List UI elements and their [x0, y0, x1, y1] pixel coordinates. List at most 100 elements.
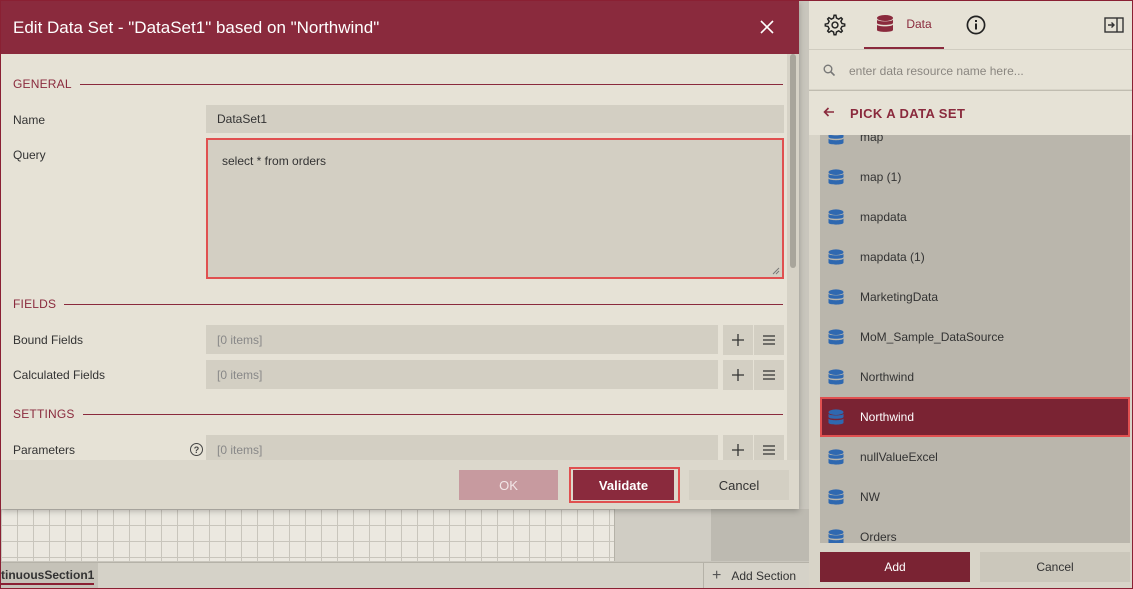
tab-data[interactable]: Data [864, 1, 944, 49]
section-general-label: GENERAL [13, 77, 80, 91]
dataset-list[interactable]: map map (1) mapdata mapdata (1) MarketingDat… [820, 135, 1130, 543]
tab-info[interactable] [965, 1, 987, 49]
validate-button[interactable]: Validate [573, 470, 674, 500]
database-icon [828, 249, 844, 265]
list-item[interactable]: mapdata (1) [820, 237, 1130, 277]
name-label: Name [13, 113, 46, 127]
database-icon [828, 289, 844, 305]
calculated-fields-label: Calculated Fields [13, 368, 106, 382]
add-section-label: Add Section [731, 568, 797, 583]
list-item-label: NW [860, 490, 880, 504]
list-item-label: mapdata [860, 210, 907, 224]
bound-fields-value: [0 items] [217, 332, 263, 347]
plus-icon [732, 369, 744, 381]
calculated-fields-field[interactable]: [0 items] [206, 360, 718, 389]
list-item[interactable]: MarketingData [820, 277, 1130, 317]
collapse-panel-icon[interactable] [1103, 1, 1125, 49]
query-textarea[interactable]: select * from orders [206, 138, 784, 279]
query-text: select * from orders [222, 154, 327, 168]
calculated-fields-menu-button[interactable] [754, 360, 784, 390]
design-surface-grid[interactable] [1, 509, 615, 561]
section-divider [76, 84, 783, 85]
resize-handle-icon[interactable] [772, 267, 780, 275]
dialog-header: Edit Data Set - "DataSet1" based on "Nor… [1, 1, 799, 54]
section-divider [78, 414, 783, 415]
database-icon [828, 169, 844, 185]
list-item[interactable]: nullValueExcel [820, 437, 1130, 477]
database-icon [877, 15, 894, 32]
tab-data-label: Data [906, 17, 932, 31]
menu-icon [763, 370, 775, 380]
panel-cancel-button[interactable]: Cancel [980, 552, 1130, 582]
section-bar: tinuousSection1 + Add Section [1, 562, 809, 588]
list-item-label: Northwind [860, 410, 915, 424]
add-bound-field-button[interactable] [723, 325, 753, 355]
dialog-scrollbar[interactable] [787, 54, 799, 460]
list-item[interactable]: Orders [820, 517, 1130, 543]
list-item[interactable]: mapdata [820, 197, 1130, 237]
section-fields-label: FIELDS [13, 297, 65, 311]
gear-icon [824, 14, 846, 36]
design-surface-outside [711, 509, 809, 561]
dialog-footer: OK Validate Cancel [1, 460, 799, 509]
info-icon [966, 15, 986, 35]
bound-fields-field[interactable]: [0 items] [206, 325, 718, 354]
list-item[interactable]: MoM_Sample_DataSource [820, 317, 1130, 357]
section-tab-label: tinuousSection1 [1, 568, 95, 585]
bound-fields-menu-button[interactable] [754, 325, 784, 355]
list-item-selected[interactable]: Northwind [820, 397, 1130, 437]
dialog-title: Edit Data Set - "DataSet1" based on "Nor… [13, 17, 380, 37]
database-icon [828, 369, 844, 385]
list-item-label: Northwind [860, 370, 915, 384]
section-tab[interactable]: tinuousSection1 [1, 563, 99, 588]
parameters-menu-button[interactable] [754, 435, 784, 460]
list-item-label: nullValueExcel [860, 450, 938, 464]
list-item-label: MoM_Sample_DataSource [860, 330, 1005, 344]
close-icon[interactable] [755, 15, 779, 39]
dialog-body: GENERAL Name DataSet1 Query select * fro… [1, 54, 799, 460]
add-calculated-field-button[interactable] [723, 360, 753, 390]
ok-button[interactable]: OK [459, 470, 558, 500]
plus-icon: + [712, 566, 722, 584]
cancel-button[interactable]: Cancel [689, 470, 789, 500]
add-parameter-button[interactable] [723, 435, 753, 460]
plus-icon [732, 444, 744, 456]
search-icon [823, 64, 835, 76]
search-bar [809, 49, 1132, 89]
panel-footer: Add Cancel [809, 543, 1132, 588]
name-field[interactable]: DataSet1 [206, 105, 784, 133]
list-item-label: map [860, 135, 884, 144]
panel-heading: PICK A DATA SET [850, 106, 966, 121]
panel-heading-row: PICK A DATA SET [809, 90, 1132, 135]
tab-settings[interactable] [823, 1, 847, 49]
section-divider [61, 304, 783, 305]
parameters-field[interactable]: [0 items] [206, 435, 718, 460]
parameters-label: Parameters [13, 443, 76, 457]
list-item[interactable]: map [820, 135, 1130, 157]
calculated-fields-value: [0 items] [217, 367, 263, 382]
list-item[interactable]: NW [820, 477, 1130, 517]
back-arrow-icon[interactable] [823, 106, 835, 118]
database-icon [828, 135, 844, 145]
menu-icon [763, 335, 775, 345]
list-item[interactable]: Northwind [820, 357, 1130, 397]
add-section-button[interactable]: + Add Section [703, 563, 809, 588]
list-item[interactable]: map (1) [820, 157, 1130, 197]
database-icon [828, 449, 844, 465]
database-icon [828, 489, 844, 505]
app-window: tinuousSection1 + Add Section Edit Data … [1, 1, 1132, 588]
edit-dataset-dialog: Edit Data Set - "DataSet1" based on "Nor… [1, 1, 799, 509]
menu-icon [763, 445, 775, 455]
list-item-label: Orders [860, 530, 897, 543]
data-panel: Data enter data resource name here... PI… [809, 1, 1132, 588]
search-input[interactable] [849, 60, 1119, 82]
help-icon[interactable]: ? [190, 443, 203, 456]
add-button[interactable]: Add [820, 552, 970, 582]
list-item-label: MarketingData [860, 290, 939, 304]
database-icon [828, 409, 844, 425]
panel-tabs: Data [809, 1, 1132, 49]
list-item-label: mapdata (1) [860, 250, 925, 264]
database-icon [828, 529, 844, 543]
list-item-label: map (1) [860, 170, 902, 184]
scrollbar-thumb[interactable] [790, 54, 796, 268]
